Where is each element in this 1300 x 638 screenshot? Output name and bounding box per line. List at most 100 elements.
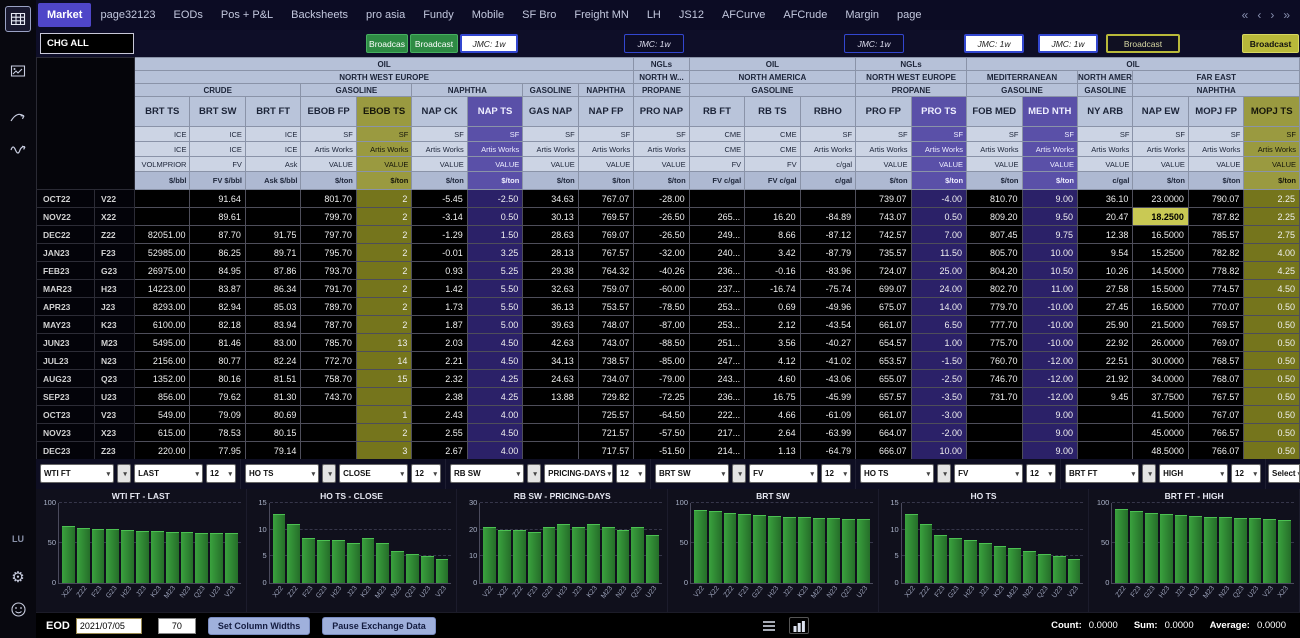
grid-cell[interactable]: 4.50 (1244, 280, 1300, 298)
column-header[interactable]: EBOB TS (356, 97, 411, 127)
column-header[interactable]: EBOB FP (301, 97, 356, 127)
grid-cell[interactable] (135, 190, 190, 208)
column-header[interactable]: RB FT (689, 97, 744, 127)
grid-cell[interactable]: 15.5000 (1133, 280, 1188, 298)
grid-cell[interactable]: 2.03 (412, 334, 467, 352)
grid-cell[interactable]: 743.70 (301, 388, 356, 406)
grid-cell[interactable]: 4.25 (1244, 262, 1300, 280)
grid-cell[interactable]: -16.74 (745, 280, 800, 298)
grid-cell[interactable]: 222... (689, 406, 744, 424)
grid-cell[interactable]: 24.63 (523, 370, 578, 388)
jmc-select[interactable]: JMC: 1w (964, 34, 1024, 53)
column-header[interactable]: PRO FP (856, 97, 911, 127)
grid-cell[interactable]: -64.50 (634, 406, 689, 424)
nav-tab-backsheets[interactable]: Backsheets (282, 3, 357, 27)
grid-cell[interactable]: -12.00 (1022, 388, 1077, 406)
grid-cell[interactable]: -84.89 (800, 208, 855, 226)
grid-cell[interactable] (245, 190, 300, 208)
grid-cell[interactable]: 655.07 (856, 370, 911, 388)
period-select[interactable]: 12▾ (411, 464, 441, 483)
mini-select[interactable]: ▾ (117, 464, 131, 483)
pause-exchange-button[interactable]: Pause Exchange Data (322, 617, 436, 635)
grid-cell[interactable]: 37.7500 (1133, 388, 1188, 406)
grid-cell[interactable] (301, 406, 356, 424)
grid-cell[interactable]: 791.70 (301, 280, 356, 298)
grid-cell[interactable]: 767.07 (578, 190, 633, 208)
grid-cell[interactable]: -1.29 (412, 226, 467, 244)
grid-cell[interactable]: -0.16 (745, 262, 800, 280)
grid-cell[interactable]: 0.50 (1244, 298, 1300, 316)
grid-cell[interactable]: 41.5000 (1133, 406, 1188, 424)
grid-cell[interactable]: 5.50 (467, 298, 522, 316)
grid-cell[interactable]: 80.16 (190, 370, 245, 388)
grid-cell[interactable]: -10.00 (1022, 298, 1077, 316)
grid-cell[interactable]: -32.00 (634, 244, 689, 262)
grid-cell[interactable]: -26.50 (634, 208, 689, 226)
grid-cell[interactable]: 4.12 (745, 352, 800, 370)
grid-cell[interactable]: 729.82 (578, 388, 633, 406)
grid-cell[interactable]: 778.82 (1188, 262, 1243, 280)
grid-cell[interactable]: 769.07 (578, 226, 633, 244)
grid-cell[interactable]: 615.00 (135, 424, 190, 442)
grid-cell[interactable] (356, 388, 411, 406)
grid-cell[interactable]: 775.70 (967, 334, 1022, 352)
grid-cell[interactable]: 661.07 (856, 316, 911, 334)
grid-cell[interactable] (523, 424, 578, 442)
instrument-select[interactable]: HO TS▾ (245, 464, 319, 483)
grid-cell[interactable]: -75.74 (800, 280, 855, 298)
period-select[interactable]: 12▾ (616, 464, 646, 483)
grid-cell[interactable]: 807.45 (967, 226, 1022, 244)
grid-cell[interactable]: -64.79 (800, 442, 855, 460)
grid-cell[interactable]: 87.86 (245, 262, 300, 280)
grid-cell[interactable]: 770.07 (1188, 298, 1243, 316)
grid-cell[interactable]: 0.50 (1244, 424, 1300, 442)
grid-cell[interactable]: 1.13 (745, 442, 800, 460)
grid-cell[interactable] (523, 406, 578, 424)
grid-cell[interactable]: 1.50 (467, 226, 522, 244)
grid-cell[interactable]: -79.00 (634, 370, 689, 388)
grid-cell[interactable]: 549.00 (135, 406, 190, 424)
grid-cell[interactable]: 5495.00 (135, 334, 190, 352)
grid-cell[interactable]: 725.57 (578, 406, 633, 424)
mini-select[interactable]: ▾ (1142, 464, 1156, 483)
grid-cell[interactable]: -3.50 (911, 388, 966, 406)
grid-cell[interactable]: 22.51 (1077, 352, 1132, 370)
grid-cell[interactable]: 2 (356, 190, 411, 208)
grid-cell[interactable]: 220.00 (135, 442, 190, 460)
grid-cell[interactable]: 0.50 (1244, 406, 1300, 424)
grid-cell[interactable]: -45.99 (800, 388, 855, 406)
grid-cell[interactable]: 2 (356, 316, 411, 334)
grid-cell[interactable]: 735.57 (856, 244, 911, 262)
grid-cell[interactable]: 717.57 (578, 442, 633, 460)
grid-cell[interactable]: 2.32 (412, 370, 467, 388)
grid-cell[interactable]: 779.70 (967, 298, 1022, 316)
grid-cell[interactable]: 856.00 (135, 388, 190, 406)
period-select[interactable]: 12▾ (821, 464, 851, 483)
grid-cell[interactable]: 22.92 (1077, 334, 1132, 352)
grid-cell[interactable]: 91.64 (190, 190, 245, 208)
grid-cell[interactable]: 768.07 (1188, 370, 1243, 388)
nav-tab-afcrude[interactable]: AFCrude (774, 3, 836, 27)
grid-cell[interactable]: 768.57 (1188, 352, 1243, 370)
grid-cell[interactable] (967, 424, 1022, 442)
grid-cell[interactable]: 82051.00 (135, 226, 190, 244)
prev-page-icon[interactable]: ‹ (1257, 8, 1261, 22)
column-header[interactable]: FOB MED (967, 97, 1022, 127)
grid-cell[interactable]: 16.75 (745, 388, 800, 406)
grid-cell[interactable]: 25.90 (1077, 316, 1132, 334)
grid-cell[interactable]: -57.50 (634, 424, 689, 442)
grid-cell[interactable]: 87.70 (190, 226, 245, 244)
eod-date-input[interactable] (76, 618, 142, 634)
grid-cell[interactable]: -43.54 (800, 316, 855, 334)
grid-cell[interactable]: -51.50 (634, 442, 689, 460)
grid-cell[interactable]: 1.00 (911, 334, 966, 352)
grid-cell[interactable]: 79.62 (190, 388, 245, 406)
grid-cell[interactable]: -87.00 (634, 316, 689, 334)
grid-cell[interactable]: 26.0000 (1133, 334, 1188, 352)
grid-cell[interactable]: 1.73 (412, 298, 467, 316)
grid-cell[interactable]: 217... (689, 424, 744, 442)
grid-cell[interactable]: 34.63 (523, 190, 578, 208)
grid-cell[interactable] (245, 208, 300, 226)
grid-cell[interactable]: 82.18 (190, 316, 245, 334)
grid-cell[interactable]: 789.70 (301, 298, 356, 316)
